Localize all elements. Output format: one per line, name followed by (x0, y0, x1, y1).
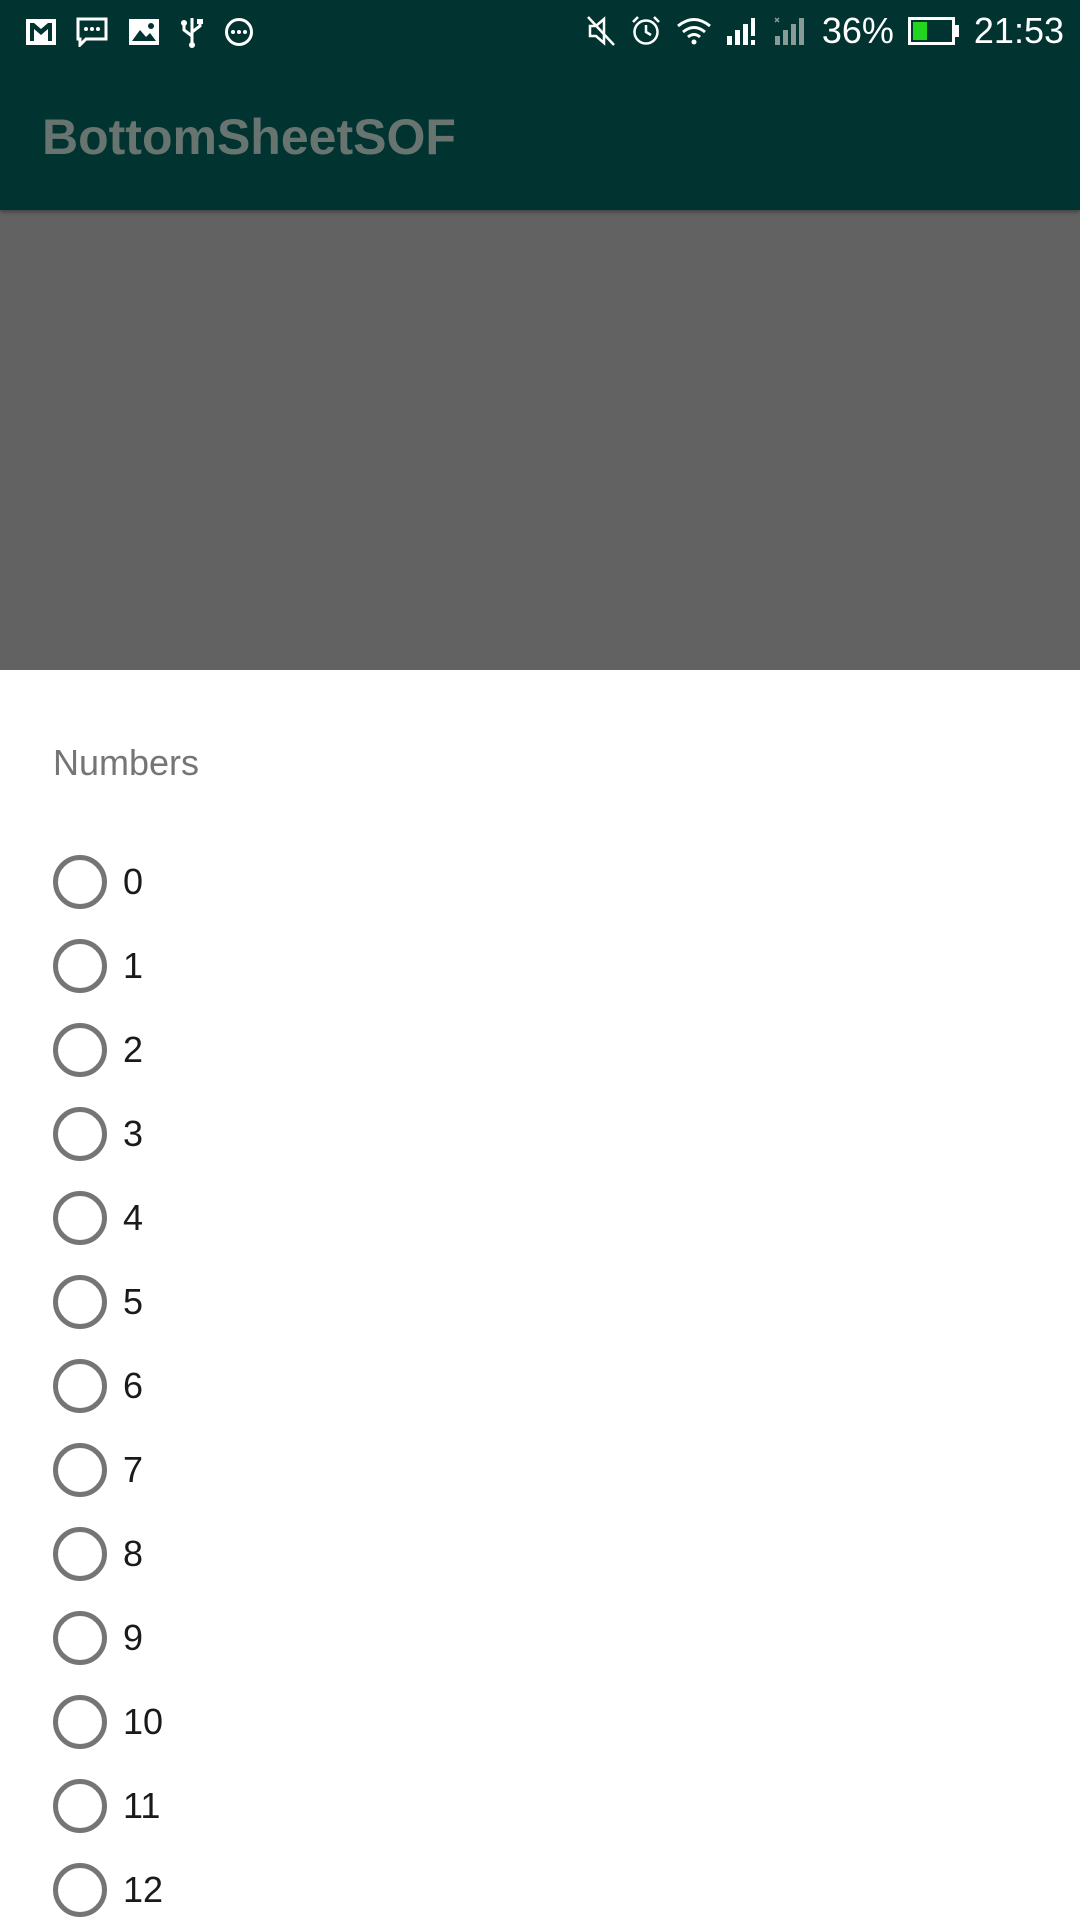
status-bar-notifications (26, 12, 254, 52)
radio-label: 7 (123, 1449, 144, 1490)
radio-option-3[interactable]: 3 (53, 1092, 163, 1176)
radio-option-11[interactable]: 11 (53, 1764, 163, 1848)
radio-label: 9 (123, 1617, 144, 1658)
radio-label: 8 (123, 1533, 144, 1574)
more-notifications-icon (224, 17, 254, 47)
radio-button[interactable] (53, 939, 107, 993)
app-title: BottomSheetSOF (42, 109, 456, 165)
radio-group: 0 1 2 3 4 5 6 7 8 9 10 11 12 (53, 840, 163, 1920)
screen: 36% 21:53 BottomSheetSOF Numbers 0123456… (0, 0, 1080, 1920)
usb-icon (180, 16, 204, 48)
signal-icon (726, 16, 760, 46)
mute-icon (586, 15, 616, 47)
message-icon (76, 17, 108, 47)
signal-2-icon (774, 16, 808, 46)
radio-button[interactable] (53, 1191, 107, 1245)
radio-label: 6 (123, 1365, 144, 1406)
battery-icon (907, 17, 960, 45)
app-bar: BottomSheetSOF (0, 63, 1080, 210)
radio-label: 4 (123, 1197, 144, 1238)
radio-button[interactable] (53, 1779, 107, 1833)
radio-button[interactable] (53, 1275, 107, 1329)
alarm-icon (630, 15, 662, 47)
radio-option-5[interactable]: 5 (53, 1260, 163, 1344)
battery-percent: 36% (821, 10, 894, 51)
radio-button[interactable] (53, 1359, 107, 1413)
radio-option-2[interactable]: 2 (53, 1008, 163, 1092)
radio-option-1[interactable]: 1 (53, 924, 163, 1008)
radio-label: 11 (123, 1785, 161, 1826)
radio-option-6[interactable]: 6 (53, 1344, 163, 1428)
radio-option-9[interactable]: 9 (53, 1596, 163, 1680)
radio-label: 0 (123, 861, 144, 902)
radio-option-12[interactable]: 12 (53, 1848, 163, 1920)
radio-label: 3 (123, 1113, 144, 1154)
radio-button[interactable] (53, 855, 107, 909)
radio-label: 10 (123, 1701, 164, 1742)
gmail-icon (26, 19, 56, 45)
radio-button[interactable] (53, 1107, 107, 1161)
radio-option-10[interactable]: 10 (53, 1680, 163, 1764)
radio-button[interactable] (53, 1863, 107, 1917)
radio-button[interactable] (53, 1527, 107, 1581)
radio-label: 1 (123, 945, 144, 986)
gallery-icon (128, 18, 160, 46)
radio-option-0[interactable]: 0 (53, 840, 163, 924)
radio-button[interactable] (53, 1023, 107, 1077)
status-bar-system: 36% 21:53 (586, 8, 1064, 54)
bottom-sheet-scrim[interactable] (0, 210, 1080, 670)
bottom-sheet: Numbers 0 1 2 3 4 5 6 7 8 9 10 11 12 (0, 670, 1080, 1920)
radio-button[interactable] (53, 1443, 107, 1497)
sheet-title: Numbers (53, 742, 200, 783)
radio-button[interactable] (53, 1611, 107, 1665)
radio-option-4[interactable]: 4 (53, 1176, 163, 1260)
radio-label: 2 (123, 1029, 144, 1070)
status-bar: 36% 21:53 (0, 0, 1080, 63)
radio-button[interactable] (53, 1695, 107, 1749)
radio-label: 5 (123, 1281, 144, 1322)
clock: 21:53 (973, 10, 1064, 51)
radio-option-8[interactable]: 8 (53, 1512, 163, 1596)
radio-label: 12 (123, 1869, 164, 1910)
wifi-icon (676, 17, 712, 45)
radio-option-7[interactable]: 7 (53, 1428, 163, 1512)
